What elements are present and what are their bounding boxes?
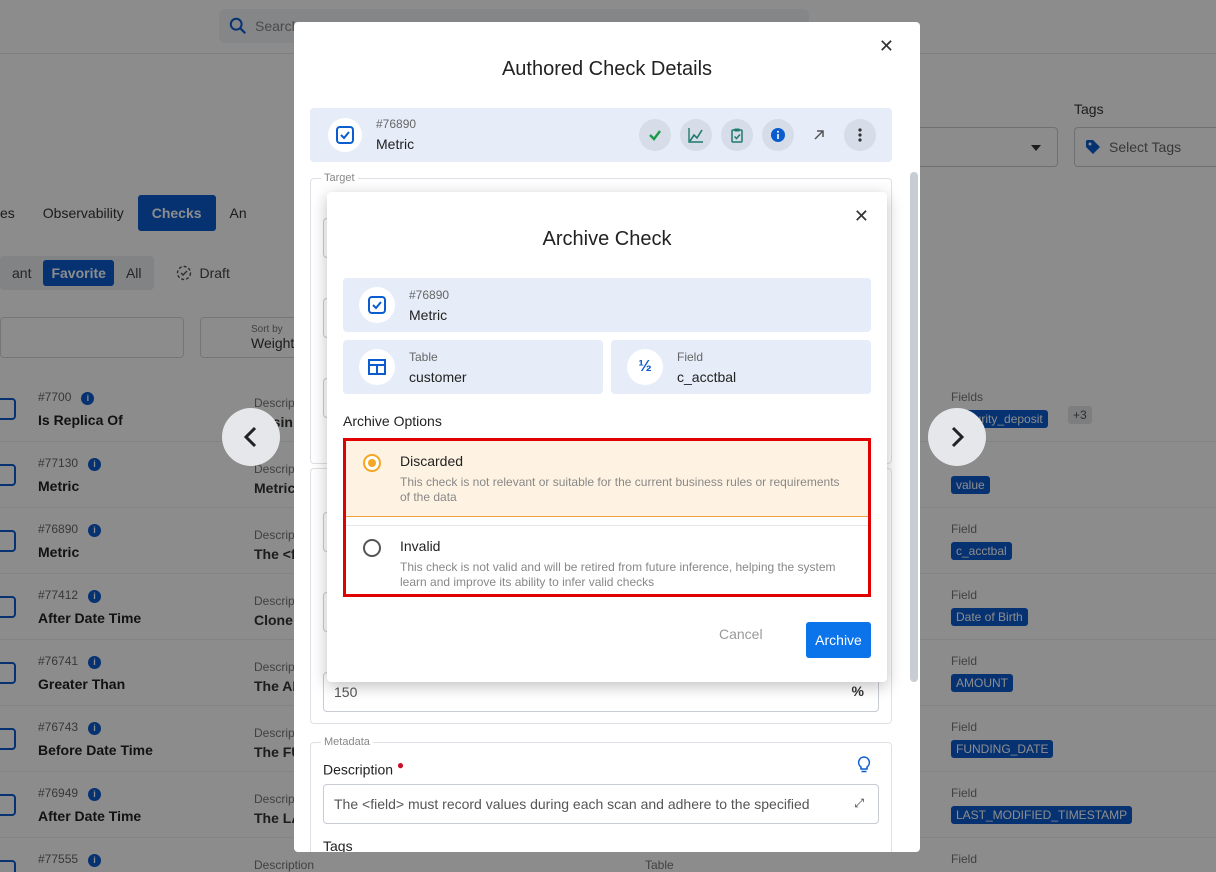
close-icon[interactable]: ✕ [879,36,894,57]
archive-option-invalid[interactable]: Invalid This check is not valid and will… [346,525,868,595]
chart-icon[interactable] [680,119,712,151]
tags-field-label: Tags [323,838,353,852]
check-icon [328,118,362,152]
expand-icon[interactable]: ⤢ [854,796,864,811]
check-icon [359,287,395,323]
next-check-button[interactable] [928,408,986,466]
details-actions [639,119,876,151]
archive-button[interactable]: Archive [806,622,871,658]
description-input[interactable]: The <field> must record values during ea… [323,784,879,824]
description-label-text: Description [323,761,394,778]
radio-discarded[interactable] [363,454,381,472]
option-invalid-title: Invalid [400,538,441,554]
details-check-type: Metric [376,136,415,152]
field-label: Field [677,350,704,364]
open-external-icon[interactable] [803,119,835,151]
chevron-left-icon [243,426,257,448]
cancel-button[interactable]: Cancel [719,626,763,642]
details-check-header: #76890 Metric [310,108,892,162]
chevron-right-icon [951,426,965,448]
table-value: customer [409,369,467,385]
option-discarded-title: Discarded [400,453,464,469]
lightbulb-icon[interactable] [857,756,871,779]
archive-modal-title: Archive Check [542,228,672,250]
table-icon [359,349,395,385]
archive-option-discarded[interactable]: Discarded This check is not relevant or … [346,441,868,517]
validate-check-icon[interactable] [639,119,671,151]
archive-field-card: ½ Field c_acctbal [611,340,871,394]
radio-invalid[interactable] [363,539,381,557]
archive-options-title: Archive Options [343,413,442,429]
target-legend: Target [321,172,358,184]
archive-check-type: Metric [409,307,448,323]
archive-options-group: Discarded This check is not relevant or … [343,438,871,597]
table-label: Table [409,350,438,364]
more-options-icon[interactable] [844,119,876,151]
scrollbar[interactable] [910,172,918,682]
metadata-legend: Metadata [321,736,373,748]
info-icon[interactable] [762,119,794,151]
description-label: Description ● [323,758,404,778]
details-modal-title: Authored Check Details [501,58,713,80]
close-icon[interactable]: ✕ [854,206,869,227]
option-invalid-desc: This check is not valid and will be reti… [400,560,836,589]
percent-icon: % [851,683,864,699]
archive-table-card: Table customer [343,340,603,394]
previous-check-button[interactable] [222,408,280,466]
archive-check-id: #76890 [409,288,450,302]
field-value: c_acctbal [677,369,737,385]
option-discarded-desc: This check is not relevant or suitable f… [400,475,840,504]
fraction-icon: ½ [627,349,663,385]
archive-check-modal: ✕ Archive Check #76890 Metric Table cust… [327,192,887,682]
description-value: The <field> must record values during ea… [334,796,810,812]
details-check-id: #76890 [376,117,417,131]
clipboard-check-icon[interactable] [721,119,753,151]
required-indicator: ● [396,758,405,772]
archive-check-card: #76890 Metric [343,278,871,332]
value-text: 150 [334,684,358,700]
